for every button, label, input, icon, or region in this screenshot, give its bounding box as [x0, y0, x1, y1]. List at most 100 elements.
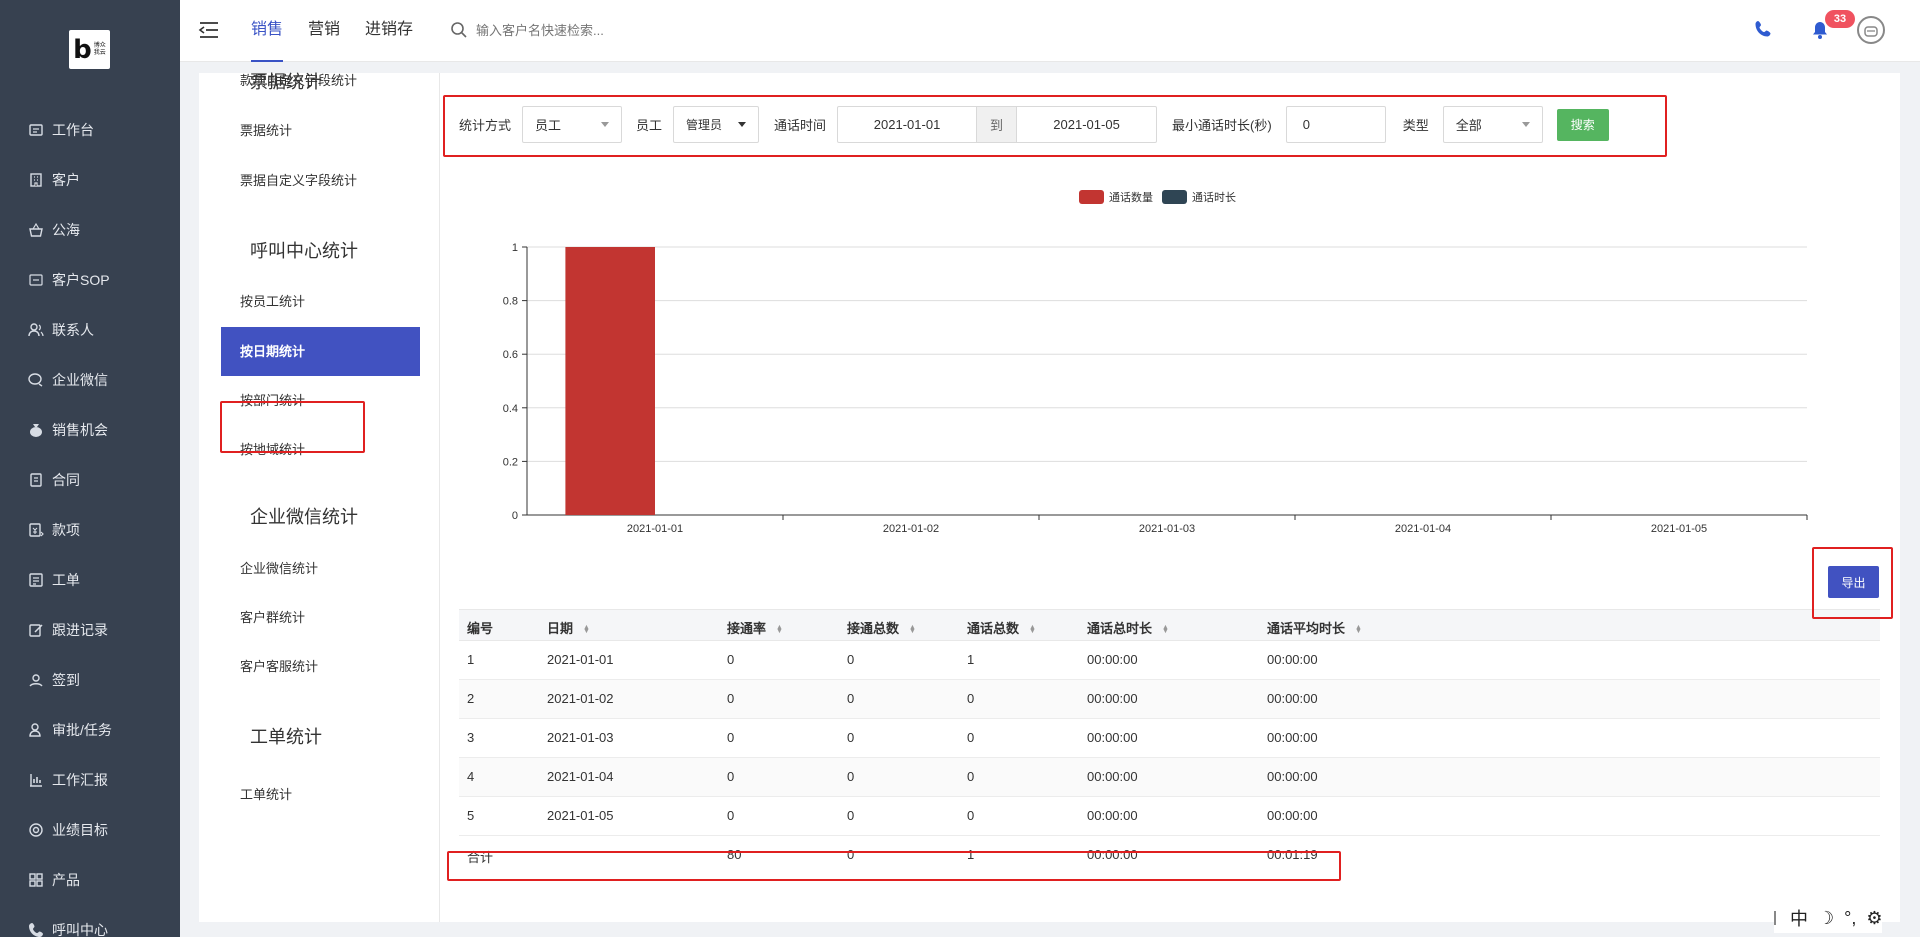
- subnav-item[interactable]: 客户群统计: [240, 607, 305, 626]
- sidebar-item-0[interactable]: 工作台: [0, 105, 180, 155]
- sidebar-nav: 工作台 客户 公海客户SOP 联系人企业微信销售机会合同款项 工单 跟进记录 签到审批/任务…: [0, 105, 180, 937]
- sidebar-item-label: 销售机会: [52, 422, 108, 438]
- table-cell: 00:00:00: [1267, 808, 1318, 823]
- table-cell: 00:01:19: [1267, 847, 1318, 862]
- sidebar-item-6[interactable]: 销售机会: [0, 405, 180, 455]
- customer-search-input[interactable]: [476, 18, 736, 42]
- sidebar-item-3[interactable]: 客户SOP: [0, 255, 180, 305]
- table-cell: 1: [967, 847, 975, 862]
- table-cell: 2021-01-05: [547, 808, 614, 823]
- sidebar-item-label: 联系人: [52, 322, 94, 338]
- table-cell: 0: [727, 808, 735, 823]
- column-header-label: 接通率: [727, 621, 767, 636]
- sidebar-item-14[interactable]: 业绩目标: [0, 805, 180, 855]
- sidebar-item-2[interactable]: 公海: [0, 205, 180, 255]
- settings-gear-icon[interactable]: ⚙: [1866, 908, 1882, 929]
- phone-icon[interactable]: [1753, 19, 1773, 39]
- logo-text: 博众 我云: [93, 42, 106, 56]
- y-tick-label: 0.6: [503, 349, 518, 361]
- location-pin-icon: [28, 672, 44, 688]
- top-tabs: 销售 营销 进销存: [251, 0, 438, 62]
- y-tick-label: 1: [512, 242, 518, 254]
- table-cell: 0: [727, 691, 735, 706]
- target-icon: [28, 822, 44, 838]
- subnav-item[interactable]: 工单统计: [240, 784, 292, 803]
- ime-toolbar: 中 ☽ °, ⚙: [1774, 903, 1883, 933]
- table-cell: 00:00:00: [1267, 730, 1318, 745]
- sidebar-item-label: 客户SOP: [52, 272, 110, 288]
- ime-mode-toggle[interactable]: 中: [1790, 905, 1808, 931]
- sidebar-item-12[interactable]: 审批/任务: [0, 705, 180, 755]
- sidebar-item-15[interactable]: 产品: [0, 855, 180, 905]
- sort-icon[interactable]: ▲ ▼: [1162, 624, 1169, 635]
- sidebar-item-13[interactable]: 工作汇报: [0, 755, 180, 805]
- column-header-label: 通话总时长: [1087, 621, 1153, 636]
- table-cell: 00:00:00: [1087, 808, 1138, 823]
- logo-letter: b: [73, 34, 92, 65]
- column-header[interactable]: 通话总数 ▲ ▼: [967, 618, 1036, 637]
- sort-icon[interactable]: ▲ ▼: [909, 624, 916, 635]
- top-bar: 销售营销进销存 33: [180, 0, 1920, 62]
- sort-icon[interactable]: ▲ ▼: [1355, 624, 1362, 635]
- top-tab-2[interactable]: 进销存: [365, 0, 413, 62]
- sidebar-item-5[interactable]: 企业微信: [0, 355, 180, 405]
- x-tick-label: 2021-01-01: [627, 523, 683, 535]
- bar-通话数量: [565, 247, 655, 515]
- sidebar-item-label: 审批/任务: [52, 722, 112, 738]
- column-header[interactable]: 日期 ▲ ▼: [547, 618, 590, 637]
- table-cell: 0: [727, 652, 735, 667]
- table-cell: 0: [967, 769, 975, 784]
- table-row: 5 2021-01-05 0 0 0 00:00:00 00:00:00: [459, 797, 1880, 836]
- subnav-item[interactable]: 企业微信统计: [240, 558, 318, 577]
- sidebar-item-11[interactable]: 签到: [0, 655, 180, 705]
- x-tick-label: 2021-01-03: [1139, 523, 1195, 535]
- table-cell: 0: [847, 847, 855, 862]
- column-header[interactable]: 通话平均时长 ▲ ▼: [1267, 618, 1362, 637]
- table-row: 4 2021-01-04 0 0 0 00:00:00 00:00:00: [459, 758, 1880, 797]
- sidebar-item-16[interactable]: 呼叫中心: [0, 905, 180, 937]
- sidebar-item-1[interactable]: 客户: [0, 155, 180, 205]
- dashboard-icon: [28, 122, 44, 138]
- wechat-work-icon: [28, 372, 44, 388]
- sidebar-item-7[interactable]: 合同: [0, 455, 180, 505]
- column-header: 编号: [467, 618, 493, 637]
- table-cell: 2021-01-03: [547, 730, 614, 745]
- table-cell: 1: [967, 652, 975, 667]
- y-tick-label: 0.2: [503, 456, 518, 468]
- sidebar-item-10[interactable]: 跟进记录: [0, 605, 180, 655]
- table-cell: 4: [467, 769, 475, 784]
- ticket-icon: [28, 572, 44, 588]
- sidebar-item-9[interactable]: 工单: [0, 555, 180, 605]
- sidebar-item-label: 产品: [52, 872, 80, 888]
- statistics-table: 编号 日期 ▲ ▼ 接通率 ▲ ▼ 接通总数 ▲ ▼ 通话总数 ▲ ▼ 通话总时长 ▲ ▼ 通话平均时长 ▲ ▼ 1 2…: [459, 609, 1880, 875]
- payment-icon: [28, 522, 44, 538]
- user-face-icon: [1864, 26, 1878, 37]
- table-cell: 0: [847, 652, 855, 667]
- sort-icon[interactable]: ▲ ▼: [776, 624, 783, 635]
- table-cell: 00:00:00: [1087, 847, 1138, 862]
- column-header[interactable]: 接通总数 ▲ ▼: [847, 618, 916, 637]
- subnav-item[interactable]: 客户客服统计: [240, 656, 318, 675]
- table-cell: 3: [467, 730, 475, 745]
- sidebar-item-8[interactable]: 款项: [0, 505, 180, 555]
- sidebar-item-label: 合同: [52, 472, 80, 488]
- moon-icon[interactable]: ☽: [1818, 908, 1834, 929]
- export-button[interactable]: 导出: [1828, 566, 1879, 598]
- sidebar-item-4[interactable]: 联系人: [0, 305, 180, 355]
- sort-icon[interactable]: ▲ ▼: [1029, 624, 1036, 635]
- menu-collapse-icon[interactable]: [198, 20, 220, 40]
- column-header[interactable]: 通话总时长 ▲ ▼: [1087, 618, 1169, 637]
- column-header[interactable]: 接通率 ▲ ▼: [727, 618, 783, 637]
- x-tick-label: 2021-01-04: [1395, 523, 1451, 535]
- top-tab-1[interactable]: 营销: [308, 0, 340, 62]
- user-avatar[interactable]: [1857, 16, 1885, 44]
- app-logo[interactable]: b 博众 我云: [69, 30, 110, 69]
- top-tab-0[interactable]: 销售: [251, 0, 284, 62]
- table-cell: 2021-01-02: [547, 691, 614, 706]
- ime-grip[interactable]: [1774, 911, 1776, 925]
- contract-icon: [28, 472, 44, 488]
- y-tick-label: 0: [512, 510, 518, 522]
- sort-icon[interactable]: ▲ ▼: [583, 624, 590, 635]
- punctuation-toggle[interactable]: °,: [1844, 908, 1856, 929]
- content-card: 款项自定义字段统计 票据统计 票据统计 票据自定义字段统计 呼叫中心统计 按员工统计 按日期…: [199, 72, 1900, 922]
